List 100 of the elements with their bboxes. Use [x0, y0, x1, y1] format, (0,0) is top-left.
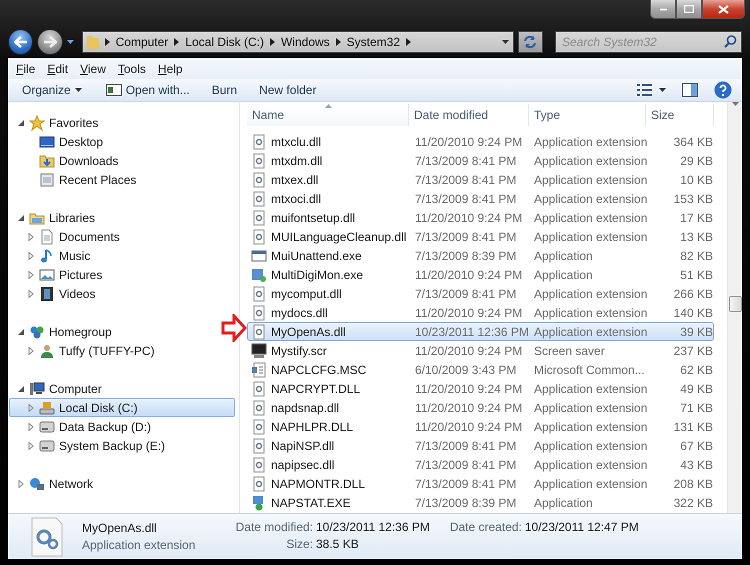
file-row[interactable]: napipsec.dll 7/13/2009 8:41 PM Application extension 43 KB — [247, 455, 714, 474]
file-name: Mystify.scr — [248, 342, 410, 358]
search-icon — [724, 35, 737, 48]
collapsed-arrow-icon[interactable] — [27, 442, 35, 450]
nav-item[interactable]: Pictures — [9, 265, 108, 284]
nav-item[interactable]: Downloads — [9, 151, 124, 170]
column-header[interactable]: Name — [247, 104, 409, 126]
collapsed-arrow-icon[interactable] — [27, 252, 35, 260]
nav-item[interactable]: Data Backup (D:) — [9, 417, 156, 436]
file-name: NapiNSP.dll — [248, 438, 410, 454]
file-row[interactable]: NAPSTAT.EXE 7/13/2009 8:39 PM Application 322 KB — [247, 493, 714, 512]
file-name: napdsnap.dll — [248, 400, 410, 416]
menu-item[interactable]: Help — [152, 62, 189, 76]
file-row[interactable]: mtxdm.dll 7/13/2009 8:41 PM Application extension 29 KB — [247, 151, 714, 170]
toolbar-button[interactable]: New folder — [253, 80, 326, 100]
menu-item[interactable]: File — [10, 62, 42, 76]
toolbar-button[interactable]: Organize — [16, 80, 92, 100]
nav-item[interactable]: Local Disk (C:) — [9, 398, 235, 417]
scroll-thumb[interactable] — [728, 296, 742, 312]
date-cell-text: 7/13/2009 8:41 PM — [414, 154, 518, 168]
nav-item[interactable]: Videos — [9, 284, 100, 303]
type-cell-text: Application extension — [533, 192, 647, 206]
menu-item[interactable]: View — [74, 62, 112, 76]
file-row[interactable]: MyOpenAs.dll 10/23/2011 12:36 PM Application extension 39 KB — [247, 322, 714, 341]
menu-item[interactable]: Tools — [112, 62, 152, 76]
toolbar-button[interactable]: Open with... — [100, 80, 200, 100]
nav-item[interactable]: Computer — [9, 379, 107, 398]
file-row[interactable]: mtxex.dll 7/13/2009 8:41 PM Application extension 10 KB — [247, 170, 714, 189]
menu-item[interactable]: Edit — [41, 62, 74, 76]
minimize-button[interactable] — [650, 0, 676, 19]
view-options-icon[interactable] — [637, 84, 653, 96]
nav-item[interactable]: Music — [9, 246, 96, 265]
file-row[interactable]: MultiDigiMon.exe 11/20/2010 9:24 PM Application 51 KB — [247, 265, 714, 284]
file-row[interactable]: muifontsetup.dll 11/20/2010 9:24 PM Application extension 17 KB — [247, 208, 714, 227]
size-cell-text: 82 KB — [679, 248, 714, 262]
history-caret-icon — [66, 40, 74, 44]
view-caret-icon — [659, 88, 666, 92]
gear-file-icon — [30, 516, 64, 556]
monitor-icon — [251, 342, 267, 358]
date-cell-text: 11/20/2010 9:24 PM — [414, 382, 524, 396]
refresh-button[interactable] — [518, 31, 543, 53]
collapsed-arrow-icon[interactable] — [27, 346, 35, 354]
maximize-button[interactable] — [676, 0, 702, 19]
breadcrumb[interactable]: Computer — [116, 35, 168, 49]
file-row[interactable]: NAPHLPR.DLL 11/20/2010 9:24 PM Application extension 131 KB — [247, 417, 714, 436]
file-row[interactable]: napdsnap.dll 11/20/2010 9:24 PM Application extension 71 KB — [247, 398, 714, 417]
preview-pane-icon[interactable] — [682, 83, 698, 97]
file-name: NAPCRYPT.DLL — [248, 380, 410, 396]
back-button[interactable] — [8, 29, 34, 55]
file-row[interactable]: MUILanguageCleanup.dll 7/13/2009 8:41 PM Application extension 13 KB — [247, 227, 714, 246]
scrollbar[interactable] — [727, 102, 742, 513]
file-row[interactable]: mydocs.dll 11/20/2010 9:24 PM Application extension 140 KB — [247, 303, 714, 322]
breadcrumb[interactable]: Windows — [280, 35, 330, 49]
column-header[interactable]: Date modified — [409, 104, 529, 126]
date-cell-text: 7/13/2009 8:41 PM — [414, 476, 518, 490]
size-cell-text: 13 KB — [679, 230, 714, 244]
nav-item[interactable]: Tuffy (TUFFY-PC) — [9, 341, 160, 360]
date-cell-text: 7/13/2009 8:41 PM — [414, 192, 518, 206]
nav-item[interactable]: Desktop — [9, 132, 108, 151]
file-row[interactable]: NAPMONTR.DLL 7/13/2009 8:41 PM Application extension 208 KB — [247, 474, 714, 493]
size-cell-text: 67 KB — [679, 438, 714, 452]
file-row[interactable]: mtxclu.dll 11/20/2010 9:24 PM Application extension 364 KB — [247, 132, 714, 151]
collapsed-arrow-icon[interactable] — [27, 404, 35, 412]
nav-item[interactable]: System Backup (E:) — [9, 436, 170, 455]
expanded-arrow-icon[interactable] — [17, 328, 25, 336]
collapsed-arrow-icon[interactable] — [27, 270, 35, 278]
nav-item[interactable]: Homegroup — [9, 322, 117, 341]
help-icon[interactable] — [714, 81, 732, 99]
column-header[interactable]: Type — [529, 104, 646, 126]
expanded-arrow-icon[interactable] — [17, 214, 25, 222]
file-row[interactable]: NAPCRYPT.DLL 11/20/2010 9:24 PM Application extension 49 KB — [247, 379, 714, 398]
file-row[interactable]: NAPCLCFG.MSC 6/10/2009 3:43 PM Microsoft Common... 62 KB — [247, 360, 714, 379]
star-icon — [29, 114, 45, 130]
breadcrumb[interactable]: System32 — [346, 35, 400, 49]
file-row[interactable]: NapiNSP.dll 7/13/2009 8:41 PM Application extension 67 KB — [247, 436, 714, 455]
search-field[interactable]: Search System32 — [555, 31, 742, 53]
type-cell-text: Application extension — [533, 230, 647, 244]
nav-item[interactable]: Libraries — [9, 208, 100, 227]
close-button[interactable] — [702, 0, 745, 19]
file-row[interactable]: MuiUnattend.exe 7/13/2009 8:39 PM Application 82 KB — [247, 246, 714, 265]
nav-item[interactable]: Documents — [9, 227, 125, 246]
nav-item[interactable]: Recent Places — [9, 170, 142, 189]
drive-icon — [39, 400, 55, 416]
file-row[interactable]: mycomput.dll 7/13/2009 8:41 PM Application extension 266 KB — [247, 284, 714, 303]
forward-button[interactable] — [37, 29, 63, 55]
nav-item[interactable]: Network — [9, 474, 98, 493]
file-row[interactable]: Mystify.scr 11/20/2010 9:24 PM Screen saver 237 KB — [247, 341, 714, 360]
address-bar[interactable]: Computer Local Disk (C:) Windows System32 — [82, 31, 514, 53]
column-header[interactable]: Size — [646, 104, 714, 126]
toolbar-button[interactable]: Burn — [206, 80, 248, 100]
collapsed-arrow-icon[interactable] — [27, 422, 35, 430]
collapsed-arrow-icon[interactable] — [27, 290, 35, 298]
breadcrumb[interactable]: Local Disk (C:) — [185, 35, 264, 49]
expanded-arrow-icon[interactable] — [17, 384, 25, 392]
expanded-arrow-icon[interactable] — [17, 118, 25, 126]
nav-item[interactable]: Favorites — [9, 113, 104, 132]
collapsed-arrow-icon[interactable] — [17, 480, 25, 488]
collapsed-arrow-icon[interactable] — [27, 232, 35, 240]
file-row[interactable]: mtxoci.dll 7/13/2009 8:41 PM Application extension 153 KB — [247, 189, 714, 208]
gear-file-icon — [251, 286, 267, 302]
